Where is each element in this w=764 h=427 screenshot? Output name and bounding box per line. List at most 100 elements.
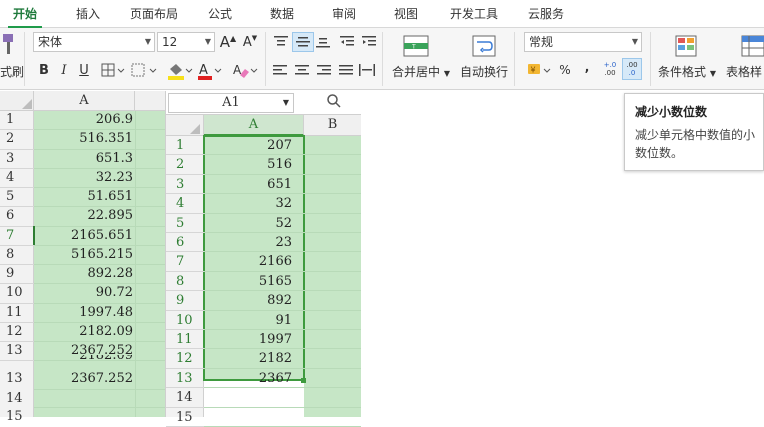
- align-right-button[interactable]: [316, 62, 332, 78]
- left-row-number[interactable]: 13: [6, 343, 23, 358]
- right-row-number[interactable]: 3: [176, 177, 184, 192]
- italic-button[interactable]: I: [56, 60, 72, 80]
- left-row-number[interactable]: 2: [6, 131, 14, 146]
- left-row-number[interactable]: 6: [6, 208, 14, 223]
- right-column-header-b[interactable]: B: [304, 115, 361, 136]
- right-row-number[interactable]: 7: [176, 254, 184, 269]
- tab-review[interactable]: 审阅: [320, 0, 368, 28]
- left-cell[interactable]: 90.72: [34, 285, 160, 300]
- tab-page-layout[interactable]: 页面布局: [120, 0, 188, 28]
- decrease-indent-button[interactable]: [338, 34, 356, 50]
- right-row-number[interactable]: 6: [176, 235, 184, 250]
- left-cell[interactable]: 516.351: [34, 131, 160, 146]
- borders-button[interactable]: [100, 60, 128, 80]
- left-cell[interactable]: 22.895: [34, 208, 160, 223]
- left-row-number[interactable]: 3: [6, 151, 14, 166]
- number-format-select[interactable]: 常规 ▼: [524, 32, 642, 52]
- tab-view[interactable]: 视图: [382, 0, 430, 28]
- right-cell[interactable]: 32: [204, 196, 304, 211]
- left-cell[interactable]: 51.651: [34, 189, 160, 204]
- left-row-number[interactable]: 4: [6, 170, 14, 185]
- left-row-number[interactable]: 12: [6, 324, 23, 339]
- decrease-decimal-button[interactable]: .00.0: [622, 58, 642, 80]
- tab-data[interactable]: 数据: [258, 0, 306, 28]
- left-select-all-corner[interactable]: [0, 91, 34, 111]
- clear-format-button[interactable]: A: [230, 60, 260, 82]
- right-cell[interactable]: 651: [204, 177, 304, 192]
- right-cell[interactable]: 516: [204, 157, 304, 172]
- right-row-number[interactable]: 13: [176, 371, 193, 386]
- shrink-font-button[interactable]: A ▼: [241, 32, 259, 52]
- wrap-text-button[interactable]: [466, 32, 502, 60]
- left-cell[interactable]: 206.9: [34, 112, 160, 127]
- right-cell[interactable]: 23: [204, 235, 304, 250]
- left-cell[interactable]: 892.28: [34, 266, 160, 281]
- align-center-button[interactable]: [294, 62, 310, 78]
- right-cell[interactable]: 91: [204, 313, 304, 328]
- left-column-header-a[interactable]: A: [34, 91, 135, 111]
- right-row-number[interactable]: 2: [176, 157, 184, 172]
- left-cell[interactable]: 651.3: [34, 151, 160, 166]
- right-cell[interactable]: 1997: [204, 332, 304, 347]
- increase-indent-button[interactable]: [360, 34, 378, 50]
- tab-developer[interactable]: 开发工具: [442, 0, 506, 28]
- tab-insert[interactable]: 插入: [62, 0, 114, 28]
- tab-home[interactable]: 开始: [0, 0, 50, 28]
- name-box[interactable]: A1 ▼: [168, 93, 294, 113]
- right-cell[interactable]: 207: [204, 138, 304, 153]
- right-row-number[interactable]: 10: [176, 313, 193, 328]
- justify-button[interactable]: [338, 62, 354, 78]
- align-left-button[interactable]: [272, 62, 288, 78]
- right-row-number[interactable]: 9: [176, 293, 184, 308]
- align-bottom-button[interactable]: [314, 34, 332, 50]
- right-row-number[interactable]: 5: [176, 216, 184, 231]
- right-row-number[interactable]: 14: [176, 390, 193, 405]
- right-select-all-corner[interactable]: [166, 115, 204, 136]
- left-cell[interactable]: 32.23: [34, 170, 160, 185]
- align-middle-button[interactable]: [292, 32, 314, 52]
- left-cell[interactable]: 5165.215: [34, 247, 160, 262]
- right-column-header-a[interactable]: A: [204, 115, 304, 136]
- left-cell[interactable]: 2165.651: [34, 228, 160, 243]
- right-cell[interactable]: 2182: [204, 351, 304, 366]
- left-row-number[interactable]: 14: [6, 391, 23, 406]
- left-row-number[interactable]: 9: [6, 266, 14, 281]
- fill-pattern-button[interactable]: [130, 60, 160, 80]
- zoom-function-button[interactable]: [326, 93, 346, 113]
- right-cell[interactable]: 892: [204, 293, 304, 308]
- left-row-number[interactable]: 7: [6, 228, 14, 243]
- conditional-format-button[interactable]: [672, 32, 702, 60]
- left-row-number[interactable]: 1: [6, 112, 14, 127]
- table-style-button[interactable]: [740, 32, 764, 60]
- left-row-number[interactable]: 13: [6, 371, 23, 386]
- tab-cloud-services[interactable]: 云服务: [514, 0, 578, 28]
- left-row-number[interactable]: 5: [6, 189, 14, 204]
- grow-font-button[interactable]: A ▲: [219, 32, 237, 52]
- increase-decimal-button[interactable]: +.0.00: [600, 58, 620, 80]
- underline-button[interactable]: U: [76, 60, 92, 80]
- left-row-number[interactable]: 8: [6, 247, 14, 262]
- right-row-number[interactable]: 4: [176, 196, 184, 211]
- merge-center-button[interactable]: T: [396, 32, 436, 60]
- left-column-header-b[interactable]: [135, 91, 165, 111]
- tab-formulas[interactable]: 公式: [196, 0, 244, 28]
- right-cell[interactable]: 2367: [204, 371, 304, 386]
- right-cell[interactable]: 52: [204, 216, 304, 231]
- right-row-number[interactable]: 8: [176, 274, 184, 289]
- font-color-button[interactable]: A: [196, 60, 224, 82]
- right-row-number[interactable]: 1: [176, 138, 184, 153]
- currency-format-button[interactable]: ¥: [526, 60, 554, 80]
- left-cell[interactable]: 2182.09: [34, 324, 160, 339]
- font-size-select[interactable]: 12 ▼: [157, 32, 215, 52]
- left-cell[interactable]: 2367.252: [34, 371, 160, 386]
- distributed-align-button[interactable]: [358, 62, 376, 78]
- fill-color-button[interactable]: [166, 60, 194, 82]
- align-top-button[interactable]: [272, 34, 290, 50]
- comma-style-button[interactable]: ,: [578, 60, 596, 80]
- percent-button[interactable]: %: [557, 60, 573, 80]
- right-cell[interactable]: 5165: [204, 274, 304, 289]
- bold-button[interactable]: B: [36, 60, 52, 80]
- right-row-number[interactable]: 15: [176, 410, 193, 425]
- format-painter-button[interactable]: [0, 30, 18, 58]
- right-row-number[interactable]: 12: [176, 351, 193, 366]
